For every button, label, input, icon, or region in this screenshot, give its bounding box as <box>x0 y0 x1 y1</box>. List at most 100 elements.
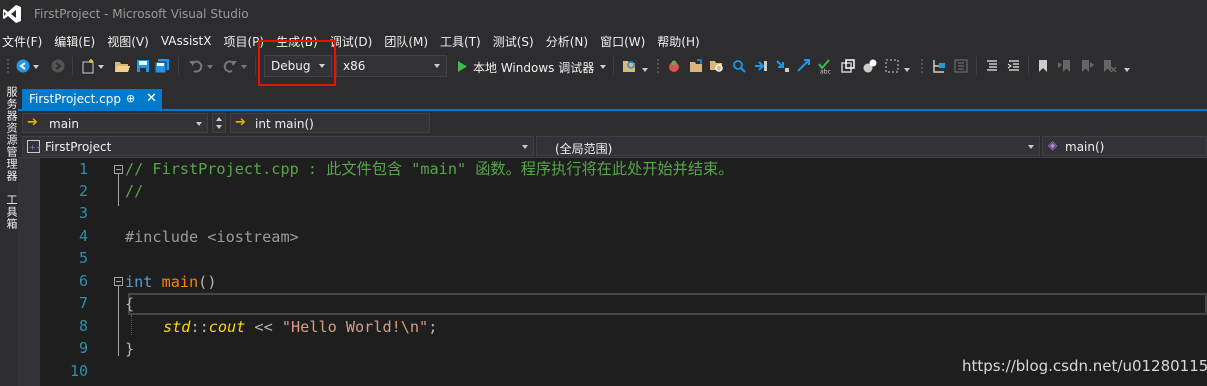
undo-icon[interactable] <box>188 58 204 74</box>
toolbar-separator <box>976 57 977 75</box>
comment-out-icon[interactable] <box>984 58 1000 74</box>
menu-tools[interactable]: 工具(T) <box>437 33 490 50</box>
uncomment-icon[interactable] <box>1006 58 1022 74</box>
project-combo[interactable]: ++ FirstProject <box>22 136 534 156</box>
back-dropdown-icon[interactable] <box>32 58 40 74</box>
vax-context-value: main <box>49 117 79 131</box>
more-options-icon[interactable] <box>903 58 911 74</box>
menu-window[interactable]: 窗口(W) <box>597 33 654 50</box>
project-icon: ++ <box>27 140 40 153</box>
new-project-icon[interactable] <box>80 58 96 74</box>
code-line-2[interactable]: // <box>125 180 143 202</box>
new-dropdown-icon[interactable] <box>97 58 105 74</box>
visual-studio-logo-icon <box>3 5 21 23</box>
vax-move-implementation-icon[interactable] <box>796 58 812 74</box>
forward-icon[interactable] <box>50 58 66 74</box>
clear-bookmarks-icon[interactable] <box>1101 58 1117 74</box>
find-in-files-icon[interactable] <box>622 58 638 74</box>
code-line-1[interactable]: // FirstProject.cpp : 此文件包含 "main" 函数。程序… <box>125 158 733 180</box>
window-title: FirstProject - Microsoft Visual Studio <box>34 7 249 21</box>
current-line-highlight <box>128 293 1207 315</box>
platform-value: x86 <box>343 59 366 73</box>
vax-find-references-icon[interactable] <box>731 58 747 74</box>
toolbar-separator <box>178 57 179 75</box>
code-line-9[interactable]: } <box>125 338 134 360</box>
arrow-right-icon: ➔ <box>235 115 246 130</box>
vax-snippet-icon[interactable] <box>862 58 878 74</box>
vax-spell-check-icon[interactable]: abc <box>817 58 833 74</box>
scope-value: (全局范围) <box>555 142 613 156</box>
server-explorer-tab[interactable]: 服务器资源管理器 <box>3 86 19 182</box>
menu-analyze[interactable]: 分析(N) <box>543 33 597 50</box>
toolbar-grip[interactable] <box>656 58 660 74</box>
redo-dropdown-icon[interactable] <box>240 58 248 74</box>
line-number: 10 <box>69 362 88 380</box>
member-combo[interactable]: ◈ main() <box>1042 136 1207 156</box>
vax-definition-combo[interactable]: ➔ int main() <box>230 113 430 133</box>
save-all-icon[interactable] <box>154 58 170 74</box>
menu-edit[interactable]: 编辑(E) <box>51 33 104 50</box>
method-icon: ◈ <box>1048 138 1058 152</box>
keyword-int: int <box>125 273 153 291</box>
bookmark-icon[interactable] <box>1035 58 1051 74</box>
close-icon[interactable]: ✕ <box>146 91 157 106</box>
vax-navigation-bar: ➔ main ➔ int main() <box>18 111 1207 136</box>
menu-file[interactable]: 文件(F) <box>0 33 51 50</box>
save-icon[interactable] <box>135 58 151 74</box>
outline-guide <box>118 286 119 356</box>
toolbox-tab[interactable]: 工具箱 <box>3 194 19 230</box>
vax-open-file-icon[interactable] <box>688 58 704 74</box>
vax-context-combo[interactable]: ➔ main <box>22 113 208 133</box>
title-bar: FirstProject - Microsoft Visual Studio <box>0 0 1207 30</box>
menu-test[interactable]: 测试(S) <box>490 33 543 50</box>
tab-label: FirstProject.cpp <box>29 92 121 106</box>
toolbar-grip[interactable] <box>920 58 924 74</box>
next-bookmark-icon[interactable] <box>1079 58 1095 74</box>
menu-help[interactable]: 帮助(H) <box>654 33 708 50</box>
project-value: FirstProject <box>45 140 112 154</box>
vax-refactor-icon[interactable] <box>840 58 856 74</box>
vax-reparse-icon[interactable] <box>884 58 900 74</box>
collapse-icon[interactable] <box>114 165 123 174</box>
code-line-8[interactable]: std::cout << "Hello World!\n"; <box>163 316 437 338</box>
toggle-outlining-icon[interactable] <box>953 58 969 74</box>
object-cout: cout <box>208 318 246 336</box>
more-options-icon[interactable] <box>1123 58 1131 74</box>
code-line-6[interactable]: int main() <box>125 271 216 293</box>
scope-combo[interactable]: (全局范围) <box>536 136 1040 156</box>
code-line-4[interactable]: #include <iostream> <box>125 226 299 248</box>
vax-find-symbol-icon[interactable] <box>709 58 725 74</box>
vax-go-to-related-icon[interactable] <box>774 58 790 74</box>
vax-bug-icon[interactable] <box>666 58 682 74</box>
code-line-7[interactable]: { <box>125 293 134 315</box>
pin-icon[interactable]: ⊕ <box>126 92 135 105</box>
platform-combo[interactable]: x86 <box>336 55 447 77</box>
show-call-hierarchy-icon[interactable] <box>931 58 947 74</box>
play-icon <box>458 61 467 72</box>
tab-firstproject-cpp[interactable]: FirstProject.cpp ⊕ ✕ <box>22 89 162 110</box>
chevron-down-icon <box>600 65 606 69</box>
open-folder-icon[interactable] <box>114 58 130 74</box>
menu-vassistx[interactable]: VAssistX <box>158 34 221 48</box>
redo-icon[interactable] <box>222 58 238 74</box>
vax-definition-value: int main() <box>255 117 314 131</box>
toolbar-grip[interactable] <box>6 58 10 74</box>
previous-bookmark-icon[interactable] <box>1057 58 1073 74</box>
collapse-icon[interactable] <box>114 277 123 286</box>
function-main: main <box>161 273 199 291</box>
back-icon[interactable] <box>15 58 31 74</box>
editor-selection-margin[interactable] <box>18 158 40 386</box>
vax-go-to-icon[interactable] <box>753 58 769 74</box>
chevron-down-icon <box>522 145 528 149</box>
more-options-icon[interactable] <box>641 58 649 74</box>
undo-dropdown-icon[interactable] <box>206 58 214 74</box>
line-number: 3 <box>78 204 88 222</box>
start-debugging-button[interactable]: 本地 Windows 调试器 <box>452 55 607 77</box>
outline-guide <box>118 174 119 206</box>
menu-view[interactable]: 视图(V) <box>104 33 158 50</box>
menu-team[interactable]: 团队(M) <box>381 33 437 50</box>
svg-text:++: ++ <box>29 143 40 152</box>
vax-scroll-spinner[interactable] <box>212 113 226 133</box>
line-number: 1 <box>78 160 88 178</box>
line-number: 8 <box>78 317 88 335</box>
